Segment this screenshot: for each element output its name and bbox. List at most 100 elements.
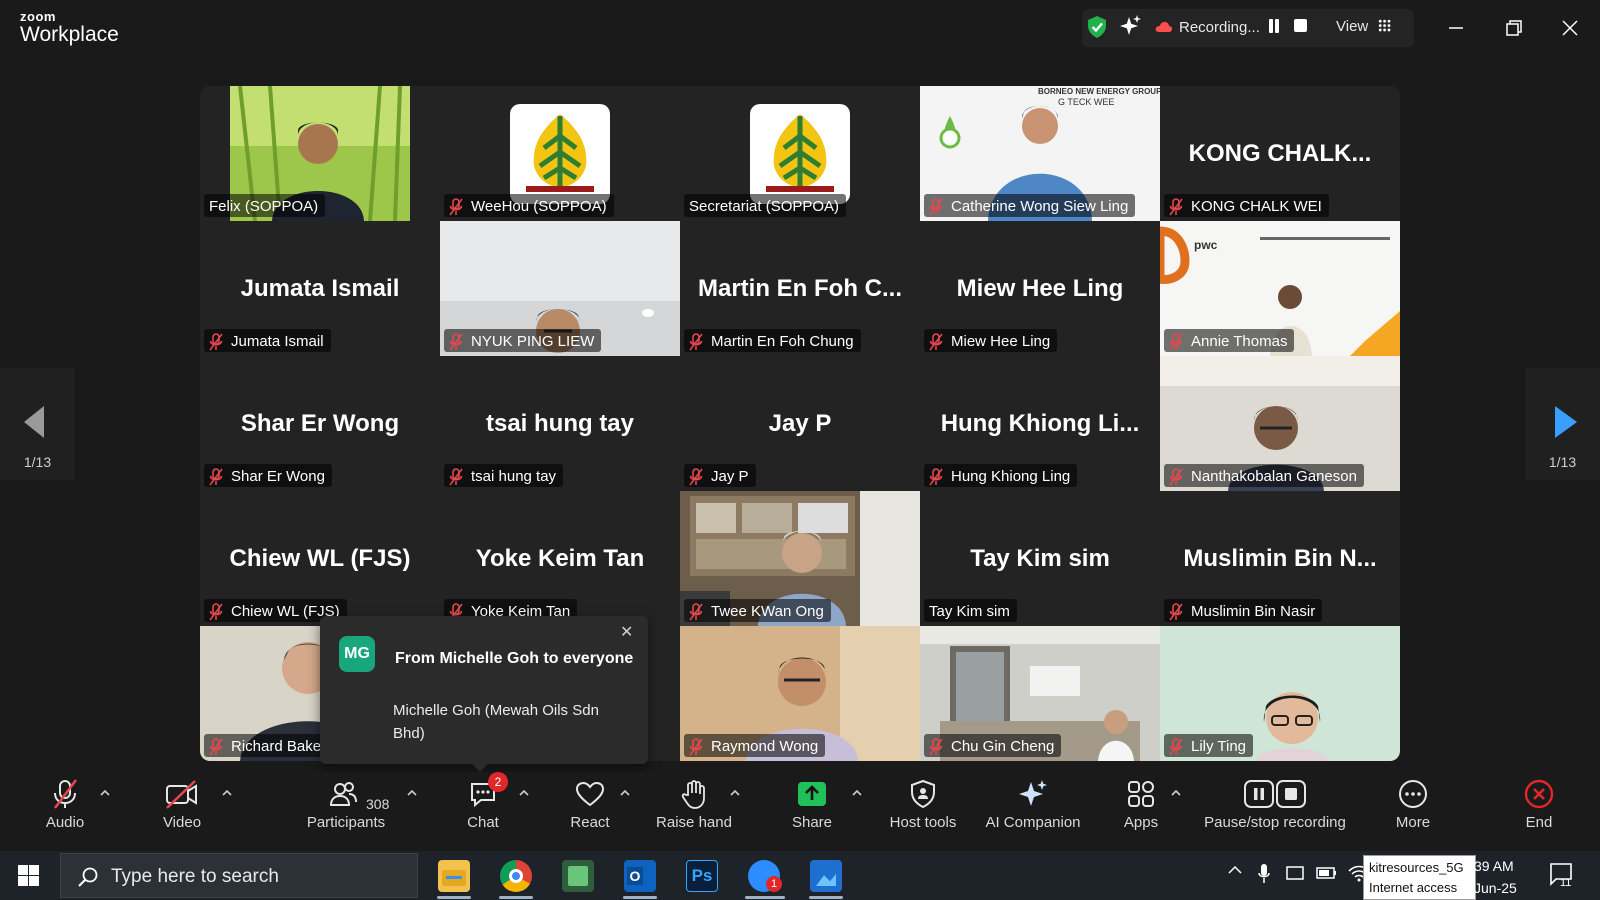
taskbar-search-box[interactable]: Type here to search xyxy=(60,853,418,898)
next-page-button[interactable]: 1/13 xyxy=(1525,368,1600,480)
host-tools-button[interactable]: Host tools xyxy=(884,778,962,831)
chrome-icon[interactable] xyxy=(500,860,532,892)
ai-companion-button[interactable]: AI Companion xyxy=(980,778,1086,831)
outlook-icon[interactable]: O xyxy=(624,860,656,892)
participant-tile[interactable]: Tay Kim sim Tay Kim sim xyxy=(920,491,1160,626)
end-meeting-button[interactable]: End xyxy=(1516,778,1562,831)
participant-tile[interactable]: Miew Hee Ling Miew Hee Ling xyxy=(920,221,1160,356)
participant-tile[interactable]: NYUK PING LIEW xyxy=(440,221,680,356)
grid-view-icon[interactable] xyxy=(1378,19,1391,32)
mic-muted-icon xyxy=(689,602,703,620)
react-label: React xyxy=(570,814,610,831)
minimize-icon[interactable] xyxy=(1442,14,1470,42)
participant-name: Martin En Foh Chung xyxy=(711,333,854,350)
participant-name-label: Felix (SOPPOA) xyxy=(204,194,326,217)
participant-name-label: Chu Gin Cheng xyxy=(924,734,1062,757)
participant-tile[interactable]: pwc Annie Thomas xyxy=(1160,221,1400,356)
encryption-shield-icon[interactable] xyxy=(1086,15,1108,39)
file-explorer-icon[interactable] xyxy=(438,860,470,892)
shield-icon xyxy=(911,779,935,809)
arrow-left-icon xyxy=(24,406,44,438)
participant-tile[interactable]: Jay P Jay P xyxy=(680,356,920,491)
spreadsheet-app-icon[interactable] xyxy=(562,860,594,892)
battery-saver-icon[interactable] xyxy=(1286,865,1306,883)
close-window-icon[interactable] xyxy=(1556,14,1584,42)
mic-muted-icon xyxy=(1169,197,1183,215)
participant-name: Raymond Wong xyxy=(711,738,819,755)
share-button[interactable]: Share xyxy=(786,778,838,831)
participant-tile[interactable]: tsai hung tay tsai hung tay xyxy=(440,356,680,491)
pause-stop-label: Pause/stop recording xyxy=(1204,814,1346,831)
participant-tile[interactable]: Chu Gin Cheng xyxy=(920,626,1160,761)
participant-name-label: Twee KWan Ong xyxy=(684,599,831,622)
participant-tile[interactable]: Felix (SOPPOA) xyxy=(200,86,440,221)
restore-icon[interactable] xyxy=(1500,14,1528,42)
participant-tile[interactable]: Yoke Keim Tan Yoke Keim Tan xyxy=(440,491,680,626)
participant-tile[interactable]: Chiew WL (FJS) Chiew WL (FJS) xyxy=(200,491,440,626)
participant-name: Catherine Wong Siew Ling xyxy=(951,198,1129,215)
chevron-up-icon[interactable] xyxy=(619,788,631,798)
participant-name-label: Nanthakobalan Ganeson xyxy=(1164,464,1364,487)
participant-tile[interactable]: Hung Khiong Li... Hung Khiong Ling xyxy=(920,356,1160,491)
participant-name: Jay P xyxy=(711,468,749,485)
view-button[interactable]: View xyxy=(1336,18,1368,35)
video-button[interactable]: Video xyxy=(152,778,212,831)
microphone-tray-icon[interactable] xyxy=(1258,863,1270,885)
mic-muted-icon xyxy=(449,332,463,350)
participant-tile[interactable]: Muslimin Bin N... Muslimin Bin Nasir xyxy=(1160,491,1400,626)
battery-icon[interactable] xyxy=(1316,865,1338,881)
pause-recording-icon[interactable] xyxy=(1268,19,1280,33)
chat-notification[interactable]: MG From Michelle Goh to everyone Michell… xyxy=(320,616,648,772)
participant-name: Richard Bake xyxy=(231,738,322,755)
participant-count: 308 xyxy=(366,796,390,812)
pause-stop-recording-button[interactable]: Pause/stop recording xyxy=(1200,778,1350,831)
participant-tile[interactable]: Twee KWan Ong xyxy=(680,491,920,626)
more-button[interactable]: More xyxy=(1386,778,1440,831)
participant-tile[interactable]: Martin En Foh C... Martin En Foh Chung xyxy=(680,221,920,356)
apps-button[interactable]: Apps xyxy=(1116,778,1166,831)
chevron-up-icon[interactable] xyxy=(221,788,233,798)
participant-tile[interactable]: Secretariat (SOPPOA) xyxy=(680,86,920,221)
participant-tile[interactable]: KONG CHALK... KONG CHALK WEI xyxy=(1160,86,1400,221)
mic-muted-icon xyxy=(209,737,223,755)
brand-large: Workplace xyxy=(20,23,119,46)
chevron-up-icon[interactable] xyxy=(406,788,418,798)
close-icon[interactable]: ✕ xyxy=(620,622,633,642)
photoshop-icon[interactable]: Ps xyxy=(686,860,718,892)
participant-tile[interactable]: Jumata Ismail Jumata Ismail xyxy=(200,221,440,356)
participant-tile[interactable]: Lily Ting xyxy=(1160,626,1400,761)
ai-sparkle-icon[interactable] xyxy=(1120,14,1142,38)
react-button[interactable]: React xyxy=(564,778,616,831)
zoom-app-icon[interactable]: 1 xyxy=(748,860,782,892)
chevron-up-icon[interactable] xyxy=(99,788,111,798)
participant-tile[interactable]: Raymond Wong xyxy=(680,626,920,761)
mic-muted-icon xyxy=(689,332,703,350)
photos-app-icon[interactable] xyxy=(810,860,842,892)
participant-tile[interactable]: BORNEO NEW ENERGY GROUP G TECK WEE Cather… xyxy=(920,86,1160,221)
chevron-up-icon[interactable] xyxy=(729,788,741,798)
previous-page-button[interactable]: 1/13 xyxy=(0,368,75,480)
chevron-up-icon[interactable] xyxy=(851,788,863,798)
audio-button[interactable]: Audio xyxy=(38,778,92,831)
participant-tile[interactable]: Shar Er Wong Shar Er Wong xyxy=(200,356,440,491)
cloud-recording-icon xyxy=(1155,21,1173,32)
raise-hand-button[interactable]: Raise hand xyxy=(655,778,733,831)
participant-name: Chu Gin Cheng xyxy=(951,738,1055,755)
participant-name-label: Annie Thomas xyxy=(1164,329,1295,352)
participant-display-name: Hung Khiong Li... xyxy=(940,410,1140,437)
participant-display-name: Yoke Keim Tan xyxy=(475,545,645,572)
app-running-indicator xyxy=(623,896,657,899)
show-hidden-icons-chevron-icon[interactable] xyxy=(1228,865,1242,875)
app-running-indicator xyxy=(499,896,533,899)
chevron-up-icon[interactable] xyxy=(1170,788,1182,798)
participant-tile[interactable]: WeeHou (SOPPOA) xyxy=(440,86,680,221)
windows-start-icon[interactable] xyxy=(18,865,39,886)
participant-tile[interactable]: Nanthakobalan Ganeson xyxy=(1160,356,1400,491)
system-clock[interactable]: 39 AM Jun-25 xyxy=(1474,855,1517,899)
participant-display-name: Shar Er Wong xyxy=(240,410,400,437)
stop-recording-icon[interactable] xyxy=(1294,19,1307,32)
mic-muted-icon xyxy=(449,467,463,485)
wifi-name: kitresources_5G xyxy=(1369,860,1464,875)
chevron-up-icon[interactable] xyxy=(518,788,530,798)
mic-muted-icon xyxy=(1169,602,1183,620)
